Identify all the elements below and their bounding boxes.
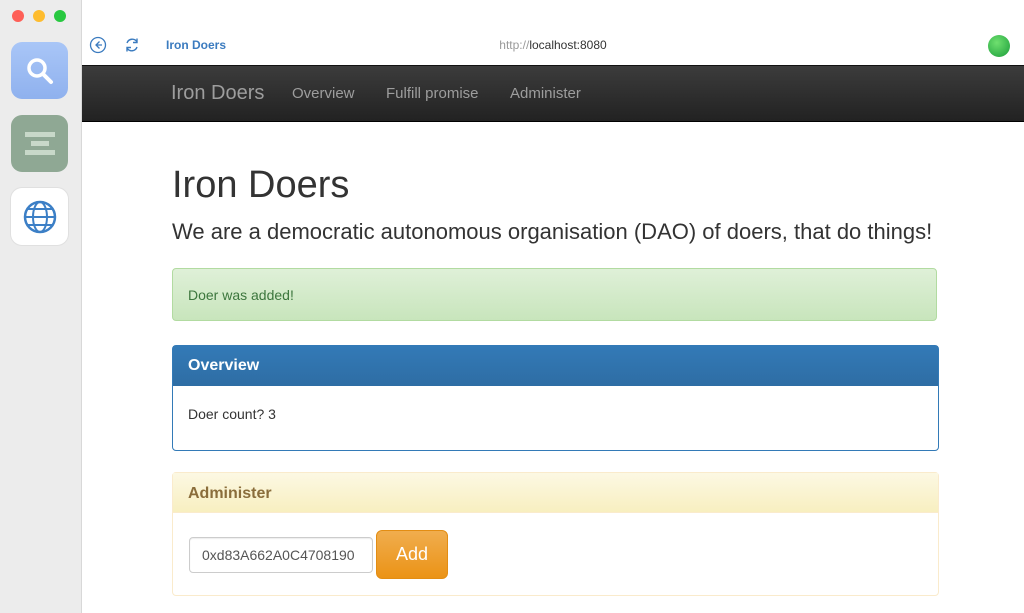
tab-title[interactable]: Iron Doers (166, 38, 226, 52)
maximize-window-button[interactable] (54, 10, 66, 22)
administer-panel-heading: Administer (173, 473, 938, 513)
nav-link-fulfill-promise[interactable]: Fulfill promise (386, 85, 479, 102)
alert-text: Doer was added! (188, 287, 294, 303)
success-alert: Doer was added! (172, 268, 937, 321)
nav-link-overview[interactable]: Overview (292, 85, 355, 102)
doer-count: Doer count? 3 (188, 406, 276, 422)
browser-app-icon[interactable] (11, 188, 68, 245)
add-doer-button[interactable]: Add (376, 530, 448, 579)
url-host: localhost:8080 (529, 38, 607, 52)
overview-panel-heading: Overview (173, 346, 938, 386)
top-navbar: Iron Doers Overview Fulfill promise Admi… (82, 65, 1024, 122)
close-window-button[interactable] (12, 10, 24, 22)
administer-panel: Administer Add (172, 472, 939, 596)
url-scheme: http:// (499, 38, 530, 52)
search-app-icon[interactable] (11, 42, 68, 99)
browser-toolbar: http://localhost:8080 Iron Doers (82, 0, 1024, 65)
nav-link-administer[interactable]: Administer (510, 85, 581, 102)
minimize-window-button[interactable] (33, 10, 45, 22)
navbar-brand[interactable]: Iron Doers (171, 82, 264, 105)
magnifier-icon (26, 57, 53, 84)
page-title: Iron Doers (172, 164, 350, 206)
doer-count-value: 3 (268, 406, 276, 422)
overview-panel: Overview Doer count? 3 (172, 345, 939, 451)
globe-icon (23, 200, 56, 233)
doer-address-input[interactable] (189, 537, 373, 573)
extension-icon[interactable] (988, 35, 1010, 57)
app-dock (0, 0, 82, 613)
list-icon (24, 131, 55, 155)
notes-app-icon[interactable] (11, 115, 68, 172)
page-lead: We are a democratic autonomous organisat… (172, 219, 933, 244)
doer-count-label: Doer count? (188, 406, 265, 422)
